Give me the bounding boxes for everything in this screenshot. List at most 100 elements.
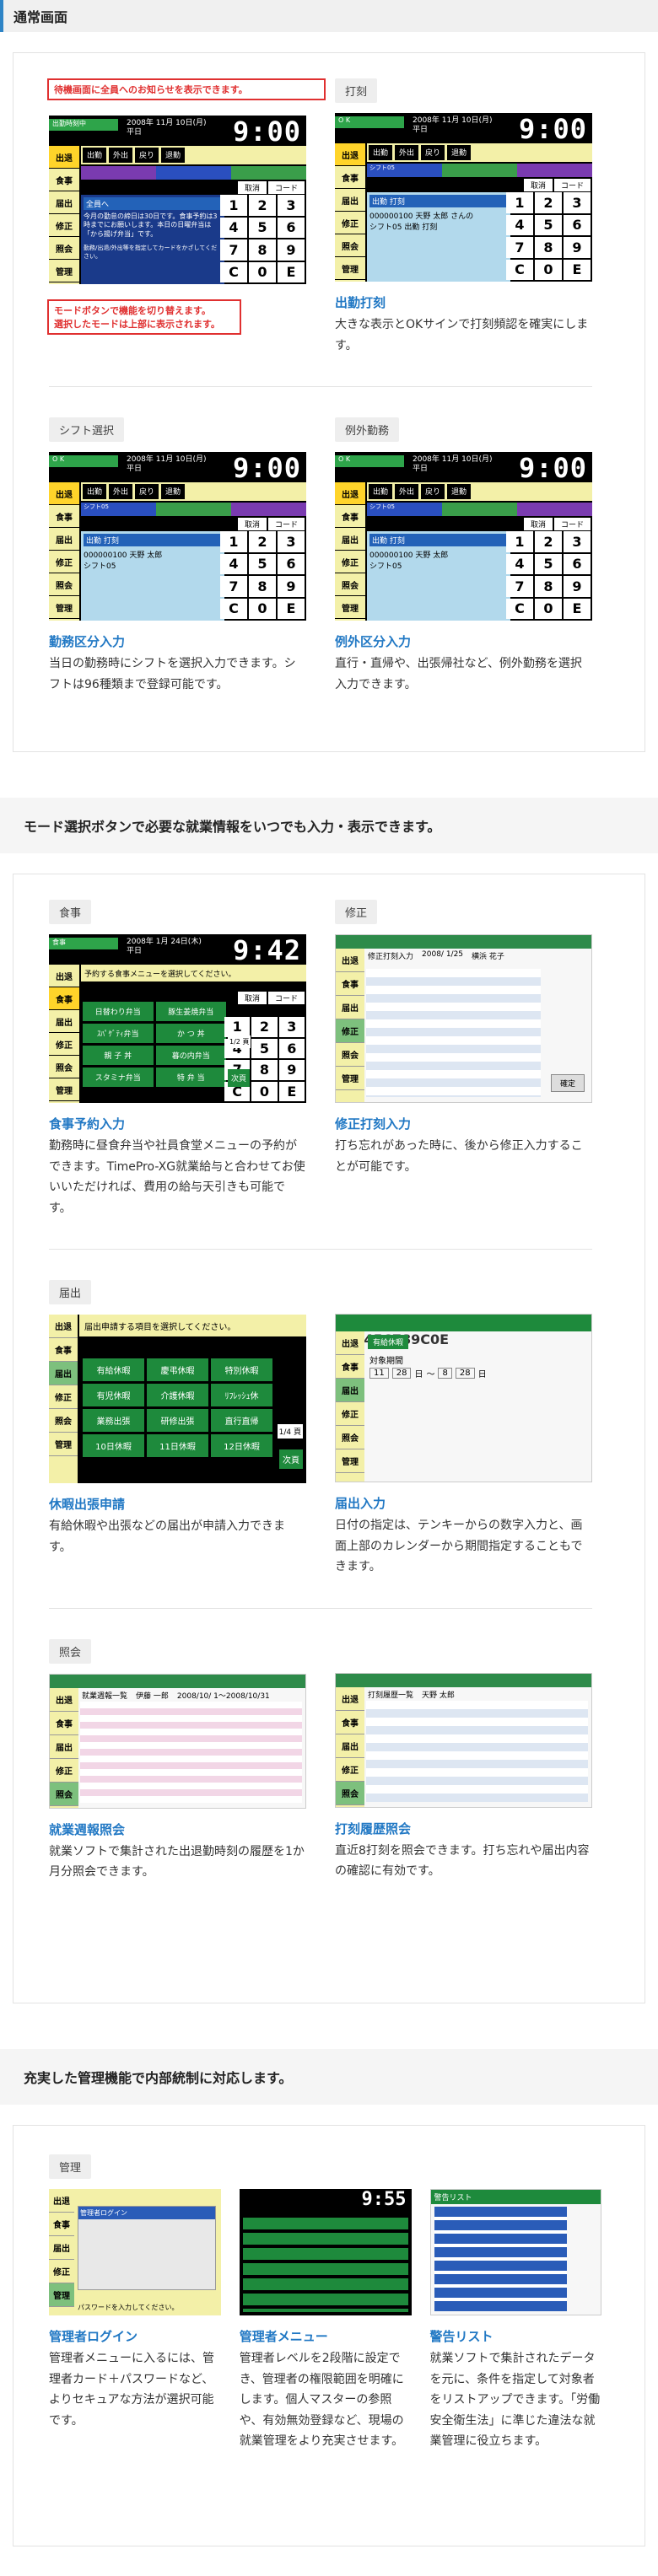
key-button[interactable]: 7 — [220, 239, 247, 261]
leave-button[interactable]: 特別休暇 — [211, 1358, 272, 1381]
mode-button[interactable]: 食事 — [49, 169, 79, 191]
key-button[interactable]: C — [220, 261, 247, 282]
key-button[interactable]: 6 — [564, 553, 591, 574]
key-button[interactable]: 4 — [220, 217, 247, 238]
mode-button[interactable]: 届出 — [336, 1379, 364, 1402]
mode-button[interactable]: 食事 — [335, 166, 365, 189]
mode-button[interactable]: 修正 — [336, 1402, 364, 1426]
mode-button[interactable]: 出退 — [49, 965, 79, 987]
leave-type-tab[interactable]: 有給休暇 — [368, 1335, 409, 1349]
mode-button[interactable]: 出退 — [50, 1688, 78, 1712]
menu-button[interactable]: ｽﾊﾟｹﾞﾃｨ弁当 — [83, 1024, 154, 1043]
leave-button[interactable]: 10日休暇 — [83, 1434, 144, 1457]
key-button[interactable]: 1 — [506, 192, 533, 213]
leave-button[interactable]: 有児休暇 — [83, 1384, 144, 1406]
mode-button[interactable]: 照会 — [49, 573, 79, 596]
key-button[interactable]: 1 — [220, 531, 247, 552]
tab-button[interactable]: 外出 — [395, 145, 419, 160]
mode-button[interactable]: 食事 — [336, 1711, 364, 1734]
mode-button[interactable]: 出退 — [49, 1315, 78, 1338]
key-button[interactable]: 1 — [224, 1017, 251, 1037]
leave-button[interactable]: 有給休暇 — [83, 1358, 144, 1381]
mode-button[interactable]: 管理 — [335, 596, 365, 619]
mode-button[interactable]: 食事 — [49, 2213, 74, 2236]
key-button[interactable]: 0 — [249, 598, 276, 619]
next-page-button[interactable]: 次頁 — [228, 1069, 251, 1087]
key-button[interactable]: 0 — [535, 259, 562, 280]
key-button[interactable]: 8 — [249, 576, 276, 597]
key-button[interactable]: 7 — [220, 576, 247, 597]
mode-button[interactable]: 食事 — [49, 987, 79, 1010]
mode-button[interactable]: 管理 — [335, 257, 365, 280]
key-button[interactable]: 9 — [278, 239, 305, 261]
mode-button[interactable]: 出退 — [336, 1331, 364, 1355]
tab-button[interactable]: 戻り — [135, 148, 159, 163]
cancel-button[interactable]: 取消 — [237, 992, 267, 1004]
mode-button[interactable]: 管理 — [49, 260, 79, 282]
key-button[interactable]: 2 — [251, 1017, 278, 1037]
tab-button[interactable]: 退勤 — [447, 145, 472, 160]
key-button[interactable]: 5 — [535, 553, 562, 574]
key-button[interactable]: C — [506, 598, 533, 619]
month-field[interactable]: 11 — [369, 1368, 389, 1379]
key-button[interactable]: 3 — [278, 1017, 305, 1037]
mode-button[interactable]: 出退 — [336, 1687, 364, 1711]
mode-button[interactable]: 修正 — [335, 212, 365, 234]
tab-button[interactable]: 退勤 — [161, 148, 186, 163]
menu-button[interactable]: 日替わり弁当 — [83, 1002, 154, 1021]
day-field[interactable]: 28 — [391, 1368, 412, 1379]
mode-button[interactable]: 出退 — [49, 2189, 74, 2213]
key-button[interactable]: 6 — [278, 1038, 305, 1058]
mode-button[interactable]: 管理 — [336, 1067, 364, 1090]
key-button[interactable]: 6 — [564, 214, 591, 235]
key-button[interactable]: 0 — [249, 261, 276, 282]
key-button[interactable]: 9 — [278, 1060, 305, 1080]
key-button[interactable]: 6 — [278, 553, 305, 574]
tab-button[interactable]: 出勤 — [83, 148, 107, 163]
mode-button[interactable]: 届出 — [50, 1735, 78, 1759]
tab-button[interactable]: 退勤 — [161, 484, 186, 499]
mode-button[interactable]: 照会 — [50, 1782, 78, 1806]
key-button[interactable]: 7 — [506, 576, 533, 597]
next-page-button[interactable]: 次頁 — [279, 1449, 303, 1469]
mode-button[interactable]: 修正 — [49, 1033, 79, 1056]
key-button[interactable]: 8 — [249, 239, 276, 261]
key-button[interactable]: 2 — [249, 531, 276, 552]
key-button[interactable]: 3 — [564, 192, 591, 213]
cancel-button[interactable]: 取消 — [237, 181, 267, 194]
leave-button[interactable]: ﾘﾌﾚｯｼｭ休 — [211, 1384, 272, 1406]
mode-button[interactable]: 修正 — [49, 214, 79, 237]
mode-button[interactable]: 修正 — [335, 551, 365, 573]
mode-button[interactable]: 届出 — [49, 191, 79, 214]
key-button[interactable]: 5 — [251, 1038, 278, 1058]
key-button[interactable]: E — [440, 1331, 449, 1347]
tab-button[interactable]: 出勤 — [369, 484, 393, 499]
leave-button[interactable]: 直行直帰 — [211, 1409, 272, 1432]
key-button[interactable]: 1 — [220, 195, 247, 216]
key-button[interactable]: 3 — [278, 195, 305, 216]
confirm-button[interactable]: 確定 — [550, 1074, 585, 1092]
mode-button[interactable]: 届出 — [49, 2236, 74, 2260]
mode-button[interactable]: 照会 — [336, 1043, 364, 1067]
tab-button[interactable]: 外出 — [109, 484, 133, 499]
key-button[interactable]: E — [278, 1081, 305, 1101]
key-button[interactable]: 2 — [535, 531, 562, 552]
mode-button[interactable]: 食事 — [50, 1712, 78, 1735]
leave-button[interactable]: 12日休暇 — [211, 1434, 272, 1457]
mode-button[interactable]: 修正 — [50, 1759, 78, 1783]
key-button[interactable]: 4 — [220, 553, 247, 574]
tab-button[interactable]: 戻り — [421, 145, 445, 160]
key-button[interactable]: 1 — [506, 531, 533, 552]
mode-button[interactable]: 管理 — [49, 1433, 78, 1456]
key-button[interactable]: 4 — [506, 214, 533, 235]
mode-button[interactable]: 届出 — [49, 1010, 79, 1033]
tab-button[interactable]: 外出 — [109, 148, 133, 163]
mode-button[interactable]: 食事 — [336, 972, 364, 996]
key-button[interactable]: 4 — [506, 553, 533, 574]
tab-button[interactable]: 戻り — [135, 484, 159, 499]
mode-button[interactable]: 出退 — [335, 482, 365, 505]
cancel-button[interactable]: 取消 — [237, 518, 267, 530]
mode-button[interactable]: 照会 — [335, 234, 365, 257]
key-button[interactable]: 9 — [278, 576, 305, 597]
key-button[interactable]: 2 — [249, 195, 276, 216]
